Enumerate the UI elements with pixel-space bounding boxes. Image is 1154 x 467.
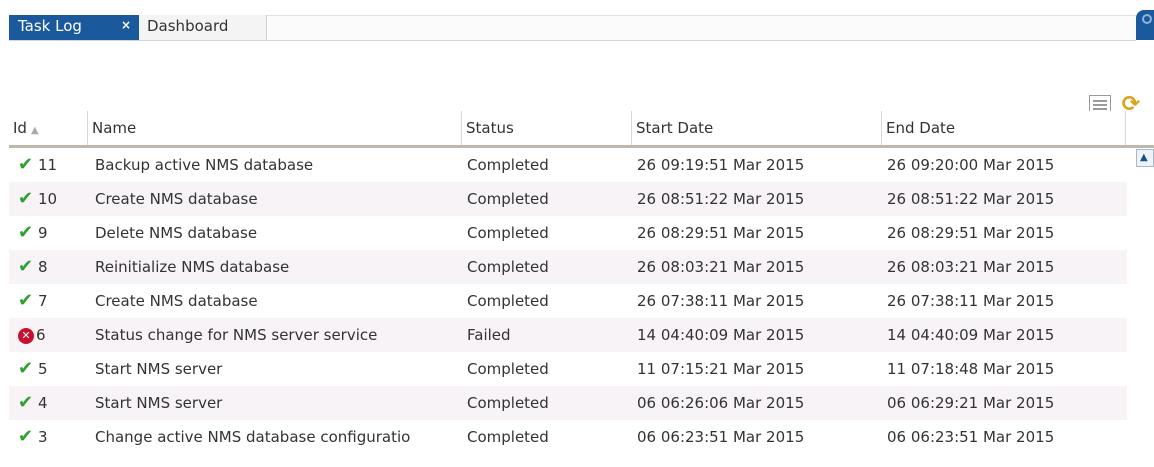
id-value: 10 — [38, 190, 58, 208]
cell-status: Completed — [467, 258, 549, 276]
id-value: 11 — [38, 156, 58, 174]
table-row[interactable]: ✔ 11 Backup active NMS database Completed 26… — [9, 148, 1127, 182]
cell-status: Completed — [467, 190, 549, 208]
cell-name: Start NMS server — [95, 360, 223, 378]
check-icon: ✔ — [18, 392, 34, 413]
check-icon: ✔ — [18, 290, 34, 311]
cell-id: ✔ 5 — [18, 352, 93, 386]
cell-end-date: 06 06:23:51 Mar 2015 — [887, 428, 1055, 446]
column-header-spacer — [1125, 111, 1154, 145]
cell-end-date: 14 04:40:09 Mar 2015 — [887, 326, 1055, 344]
tab-label: Dashboard — [147, 17, 229, 35]
cell-end-date: 26 07:38:11 Mar 2015 — [887, 292, 1055, 310]
cell-status: Completed — [467, 224, 549, 242]
column-header-status[interactable]: Status — [461, 111, 631, 145]
table-row[interactable]: ✔ 4 Start NMS server Completed 06 06:26:06 M… — [9, 386, 1127, 420]
column-header-label: Name — [92, 119, 137, 137]
check-icon: ✔ — [18, 426, 34, 447]
cell-start-date: 26 08:51:22 Mar 2015 — [637, 190, 805, 208]
id-value: 8 — [38, 258, 48, 276]
cell-status: Completed — [467, 394, 549, 412]
cell-start-date: 14 04:40:09 Mar 2015 — [637, 326, 805, 344]
error-icon: ✕ — [18, 327, 34, 344]
cell-id: ✔ 10 — [18, 182, 93, 216]
tab-dashboard[interactable]: Dashboard — [139, 15, 267, 40]
column-header-id[interactable]: Id ▲ — [9, 111, 87, 145]
table-row[interactable]: ✔ 10 Create NMS database Completed 26 08:51:… — [9, 182, 1127, 216]
table-row[interactable]: ✔ 3 Change active NMS database configurati… — [9, 420, 1127, 454]
cell-status: Failed — [467, 326, 511, 344]
id-value: 7 — [38, 292, 48, 310]
table-row[interactable]: ✔ 8 Reinitialize NMS database Completed 26 0… — [9, 250, 1127, 284]
table-row[interactable]: ✔ 7 Create NMS database Completed 26 07:38:1… — [9, 284, 1127, 318]
table-header: Id ▲ Name Status Start Date End Date — [9, 111, 1154, 148]
cell-start-date: 26 08:03:21 Mar 2015 — [637, 258, 805, 276]
check-icon: ✔ — [18, 222, 34, 243]
tab-bar: Task Log × Dashboard — [0, 0, 1154, 40]
cell-start-date: 26 07:38:11 Mar 2015 — [637, 292, 805, 310]
id-value: 6 — [36, 326, 46, 344]
id-value: 4 — [38, 394, 48, 412]
id-value: 3 — [38, 428, 48, 446]
cell-id: ✔ 9 — [18, 216, 93, 250]
column-header-label: Id — [13, 119, 27, 137]
cell-name: Backup active NMS database — [95, 156, 314, 174]
cell-name: Change active NMS database configuratio — [95, 428, 411, 446]
tab-strip-filler — [267, 15, 1136, 40]
cell-start-date: 06 06:26:06 Mar 2015 — [637, 394, 805, 412]
table-row[interactable]: ✔ 5 Start NMS server Completed 11 07:15:21 M… — [9, 352, 1127, 386]
tab-label: Task Log — [18, 17, 82, 35]
arrow-up-icon: ▲ — [1140, 152, 1148, 163]
close-icon[interactable]: × — [121, 18, 131, 32]
cell-end-date: 06 06:29:21 Mar 2015 — [887, 394, 1055, 412]
gear-icon[interactable] — [1142, 14, 1152, 24]
check-icon: ✔ — [18, 256, 34, 277]
cell-status: Completed — [467, 292, 549, 310]
column-header-label: Status — [466, 119, 514, 137]
cell-end-date: 26 08:51:22 Mar 2015 — [887, 190, 1055, 208]
tab-divider — [9, 40, 1136, 41]
cell-id: ✕ 6 — [18, 318, 93, 352]
cell-start-date: 26 09:19:51 Mar 2015 — [637, 156, 805, 174]
cell-id: ✔ 8 — [18, 250, 93, 284]
id-value: 9 — [38, 224, 48, 242]
column-header-start-date[interactable]: Start Date — [631, 111, 881, 145]
cell-name: Status change for NMS server service — [95, 326, 378, 344]
cell-end-date: 26 08:03:21 Mar 2015 — [887, 258, 1055, 276]
scroll-up-button[interactable]: ▲ — [1136, 149, 1154, 167]
cell-name: Delete NMS database — [95, 224, 258, 242]
column-header-name[interactable]: Name — [87, 111, 461, 145]
cell-start-date: 06 06:23:51 Mar 2015 — [637, 428, 805, 446]
cell-end-date: 11 07:18:48 Mar 2015 — [887, 360, 1055, 378]
check-icon: ✔ — [18, 188, 34, 209]
table-row[interactable]: ✔ 9 Delete NMS database Completed 26 08:29:5… — [9, 216, 1127, 250]
cell-name: Start NMS server — [95, 394, 223, 412]
cell-end-date: 26 09:20:00 Mar 2015 — [887, 156, 1055, 174]
cell-start-date: 26 08:29:51 Mar 2015 — [637, 224, 805, 242]
cell-id: ✔ 11 — [18, 148, 93, 182]
cell-name: Create NMS database — [95, 292, 258, 310]
cell-id: ✔ 7 — [18, 284, 93, 318]
column-header-label: Start Date — [636, 119, 714, 137]
cell-name: Create NMS database — [95, 190, 258, 208]
cell-status: Completed — [467, 428, 549, 446]
column-header-end-date[interactable]: End Date — [881, 111, 1125, 145]
cell-id: ✔ 4 — [18, 386, 93, 420]
cell-id: ✔ 3 — [18, 420, 93, 454]
cell-name: Reinitialize NMS database — [95, 258, 290, 276]
column-header-label: End Date — [886, 119, 956, 137]
sort-ascending-icon: ▲ — [30, 125, 39, 136]
scrollbar-track[interactable] — [1136, 167, 1154, 467]
settings-corner[interactable] — [1136, 10, 1154, 40]
cell-status: Completed — [467, 360, 549, 378]
check-icon: ✔ — [18, 154, 34, 175]
table-row[interactable]: ✕ 6 Status change for NMS server service Fa… — [9, 318, 1127, 352]
cell-start-date: 11 07:15:21 Mar 2015 — [637, 360, 805, 378]
cell-end-date: 26 08:29:51 Mar 2015 — [887, 224, 1055, 242]
check-icon: ✔ — [18, 358, 34, 379]
cell-status: Completed — [467, 156, 549, 174]
tab-task-log[interactable]: Task Log × — [9, 15, 139, 40]
id-value: 5 — [38, 360, 48, 378]
